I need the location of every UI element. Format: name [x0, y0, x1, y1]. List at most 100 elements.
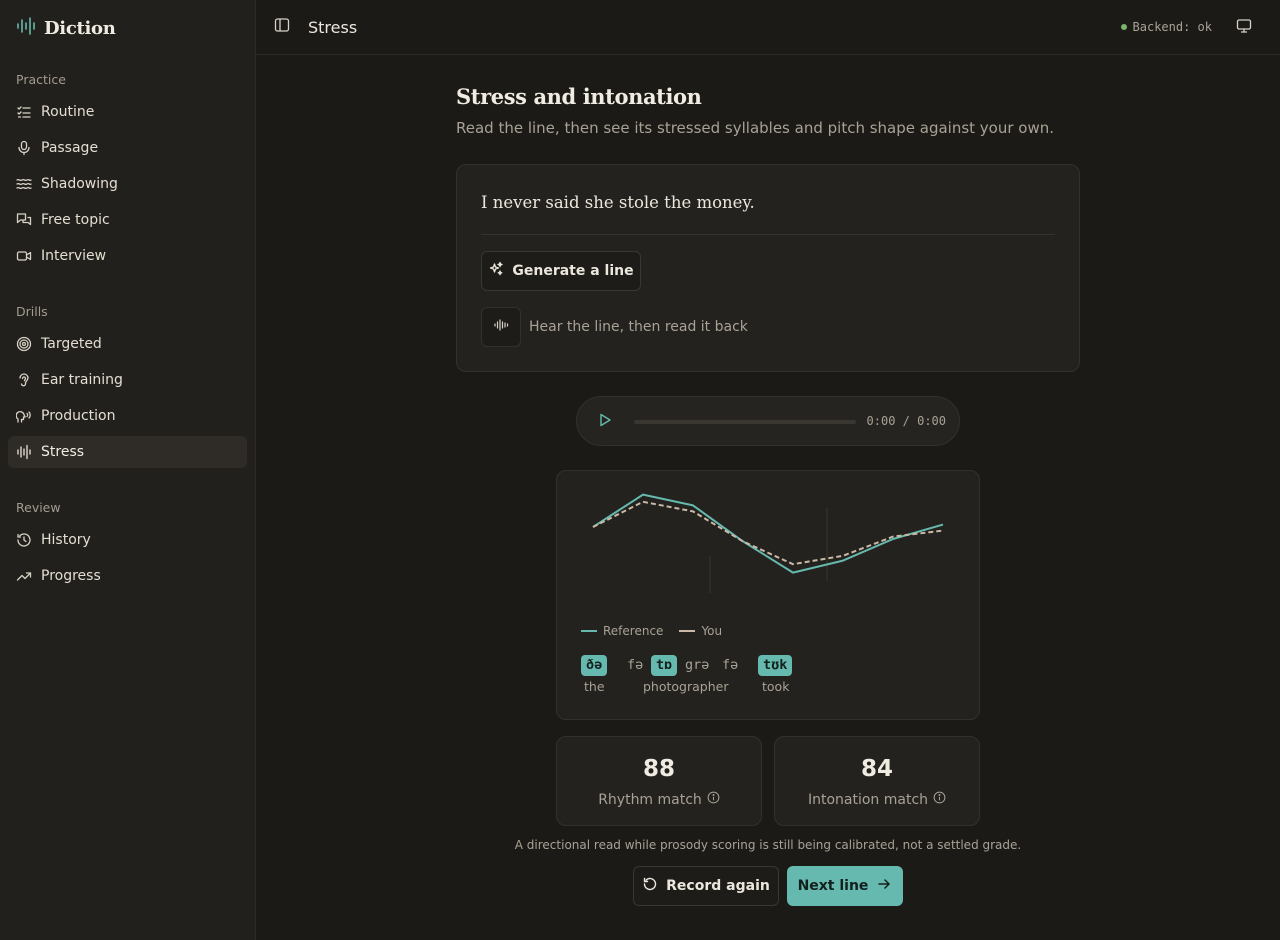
generate-line-label: Generate a line	[512, 263, 634, 279]
legend-item-reference: Reference	[581, 624, 663, 638]
speaking-head-icon	[16, 408, 32, 424]
trending-up-icon	[16, 568, 32, 584]
sidebar-item-label: Shadowing	[41, 176, 118, 192]
sidebar-item-interview[interactable]: Interview	[8, 240, 247, 272]
status-dot	[1120, 24, 1127, 30]
sidebar-toggle-button[interactable]	[272, 17, 292, 37]
backend-status-text: Backend: ok	[1132, 20, 1212, 34]
page-title: Stress	[308, 18, 358, 37]
next-line-button[interactable]: Next line	[787, 866, 903, 906]
metric-label: Intonation match	[775, 791, 979, 808]
sidebar-item-label: Interview	[41, 248, 107, 264]
sidebar-item-label: Production	[41, 408, 116, 424]
legend-item-you: You	[679, 624, 722, 638]
section-label-practice: Practice	[16, 72, 66, 87]
sidebar-item-progress[interactable]: Progress	[8, 560, 247, 592]
series-line-reference	[592, 493, 944, 574]
word-label: the	[584, 679, 605, 694]
sidebar-item-label: Ear training	[41, 372, 123, 388]
sidebar-item-production[interactable]: Production	[8, 400, 247, 432]
legend-swatch	[679, 630, 696, 632]
legend-label: Reference	[603, 624, 664, 638]
hear-line-button[interactable]	[481, 307, 521, 347]
audio-waveform-icon	[493, 317, 509, 337]
audio-progress-track[interactable]	[634, 420, 856, 424]
syllable-stressed: ðə	[581, 655, 608, 676]
line-card: I never said she stole the money. Genera…	[456, 164, 1080, 372]
sidebar-item-label: Stress	[41, 444, 85, 460]
metric-label: Rhythm match	[557, 791, 761, 808]
video-camera-icon	[16, 248, 32, 264]
monitor-icon	[1236, 18, 1252, 38]
rhythm-match-score: 88	[642, 756, 675, 782]
section-label-review: Review	[16, 500, 61, 515]
ear-icon	[16, 372, 32, 388]
next-line-label: Next line	[797, 878, 869, 894]
sidebar-item-free-topic[interactable]: Free topic	[8, 204, 247, 236]
record-again-button[interactable]: Record again	[633, 866, 779, 906]
syllable-stressed: tʊk	[758, 655, 793, 676]
rotate-ccw-icon	[642, 876, 658, 896]
sidebar-item-history[interactable]: History	[8, 524, 247, 556]
sidebar-item-label: Routine	[41, 104, 95, 120]
word-label: took	[762, 679, 790, 694]
practice-line: I never said she stole the money.	[481, 193, 755, 212]
section-label-drills: Drills	[16, 304, 48, 319]
generate-line-button[interactable]: Generate a line	[481, 251, 641, 291]
sidebar-item-label: Targeted	[41, 336, 102, 352]
info-icon[interactable]	[933, 791, 946, 808]
sidebar-item-ear-training[interactable]: Ear training	[8, 364, 247, 396]
intonation-match-score: 84	[860, 756, 893, 782]
syllable-stressed: tɒ	[651, 655, 678, 676]
target-icon	[16, 336, 32, 352]
pitch-contour-chart	[592, 493, 944, 593]
sparkles-icon	[488, 261, 504, 281]
app-name: Diction	[44, 17, 116, 39]
rhythm-match-card: 88 Rhythm match	[556, 736, 762, 826]
backend-status: Backend: ok	[1120, 20, 1212, 34]
topbar: Stress Backend: ok	[256, 0, 1280, 55]
play-button[interactable]	[595, 412, 615, 432]
info-icon[interactable]	[707, 791, 720, 808]
syllable: fə	[722, 657, 739, 673]
intonation-match-label: Intonation match	[807, 791, 929, 808]
panel-left-icon	[274, 17, 290, 37]
sidebar-item-label: History	[41, 532, 91, 548]
chart-legend: Reference You	[581, 624, 722, 638]
audio-player: 0:00 / 0:00	[576, 396, 960, 446]
play-icon	[597, 412, 613, 432]
sidebar-item-targeted[interactable]: Targeted	[8, 328, 247, 360]
sidebar-item-routine[interactable]: Routine	[8, 96, 247, 128]
waves-icon	[16, 176, 32, 192]
intonation-match-card: 84 Intonation match	[774, 736, 980, 826]
pitch-chart-card: Reference You ðə fə tɒ grə fə tʊk the ph…	[556, 470, 980, 720]
microphone-icon	[16, 140, 32, 156]
sidebar-item-label: Free topic	[41, 212, 110, 228]
scoring-disclaimer: A directional read while prosody scoring…	[514, 838, 1022, 852]
sidebar-item-label: Progress	[41, 568, 101, 584]
divider	[481, 234, 1055, 235]
word-label: photographer	[643, 679, 729, 694]
hear-line-hint: Hear the line, then read it back	[529, 319, 748, 335]
page-subtitle: Read the line, then see its stressed syl…	[456, 119, 1055, 137]
brand[interactable]: Diction	[16, 16, 116, 40]
rhythm-match-label: Rhythm match	[598, 791, 702, 808]
list-check-icon	[16, 104, 32, 120]
syllable: grə	[685, 657, 710, 673]
syllable-row: ðə fə tɒ grə fə tʊk	[581, 655, 961, 677]
legend-swatch	[581, 630, 597, 632]
chat-bubbles-icon	[16, 212, 32, 228]
history-icon	[16, 532, 32, 548]
sidebar: Diction Practice Routine Passage Shadowi…	[0, 0, 256, 940]
display-mode-button[interactable]	[1234, 18, 1254, 38]
series-line-you	[592, 500, 944, 566]
audio-waveform-logo-icon	[16, 17, 36, 39]
sidebar-item-label: Passage	[41, 140, 99, 156]
sidebar-item-stress[interactable]: Stress	[8, 436, 247, 468]
sidebar-item-shadowing[interactable]: Shadowing	[8, 168, 247, 200]
sidebar-item-passage[interactable]: Passage	[8, 132, 247, 164]
record-again-label: Record again	[666, 878, 770, 894]
audio-time: 0:00 / 0:00	[866, 414, 946, 428]
page-heading: Stress and intonation	[456, 84, 702, 109]
syllable: fə	[627, 657, 644, 673]
